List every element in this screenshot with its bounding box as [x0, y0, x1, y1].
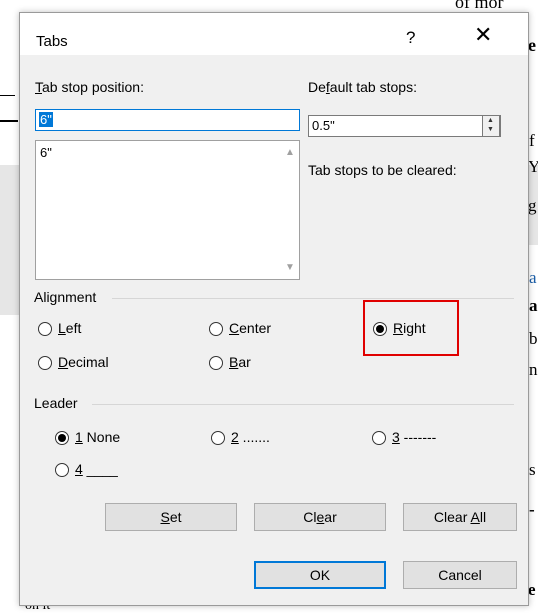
background-right-fragment: Y — [528, 157, 538, 176]
scroll-down-icon[interactable]: ▼ — [285, 262, 295, 273]
background-right-fragment: s — [529, 460, 536, 479]
ok-button[interactable]: OK — [254, 561, 386, 589]
radio-bar[interactable] — [209, 356, 223, 370]
background-right-fragment: a — [529, 296, 538, 315]
background-rule — [0, 120, 18, 122]
background-right-fragment: - — [529, 500, 535, 519]
dialog-title: Tabs — [36, 33, 68, 50]
set-button[interactable]: Set — [105, 503, 237, 531]
radio-leader-2-label[interactable]: 2 ....... — [231, 429, 270, 445]
tab-stops-cleared-label: Tab stops to be cleared: — [308, 162, 457, 178]
clear-all-button[interactable]: Clear All — [403, 503, 517, 531]
background-gray-band — [0, 165, 19, 315]
clear-button[interactable]: Clear — [254, 503, 386, 531]
radio-leader-4[interactable] — [55, 463, 69, 477]
tab-stop-position-label: Tab stop position: — [35, 79, 144, 95]
default-tab-stops-spinner[interactable]: ▲ ▼ — [482, 115, 500, 137]
highlight-box — [363, 300, 459, 356]
cancel-button[interactable]: Cancel — [403, 561, 517, 589]
background-right-fragment: b — [529, 329, 538, 348]
radio-leader-3-label[interactable]: 3 ------- — [392, 429, 436, 445]
background-right-fragment: n — [529, 360, 538, 379]
background-right-fragment: e — [528, 35, 536, 55]
radio-decimal[interactable] — [38, 356, 52, 370]
radio-decimal-label[interactable]: Decimal — [58, 354, 109, 370]
help-button[interactable]: ? — [406, 28, 415, 48]
background-rule — [0, 95, 15, 96]
radio-leader-1-label[interactable]: 1 None — [75, 429, 120, 445]
list-item[interactable]: 6" — [40, 145, 52, 160]
scroll-up-icon[interactable]: ▲ — [285, 147, 295, 158]
title-bar: Tabs ? ✕ — [20, 13, 528, 55]
tab-stop-list-scrollbar[interactable]: ▲ ▼ — [281, 141, 299, 279]
radio-leader-1[interactable] — [55, 431, 69, 445]
default-tab-stops-input[interactable]: 0.5" — [308, 115, 501, 137]
radio-left[interactable] — [38, 322, 52, 336]
tab-stop-position-input[interactable]: 6" — [35, 109, 300, 131]
default-tab-stops-label: Default tab stops: — [308, 79, 417, 95]
radio-leader-3[interactable] — [372, 431, 386, 445]
close-button[interactable]: ✕ — [474, 24, 492, 46]
background-right-fragment: f — [529, 131, 535, 150]
leader-group-divider — [92, 404, 514, 405]
radio-leader-4-label[interactable]: 4 ____ — [75, 461, 118, 477]
radio-bar-label[interactable]: Bar — [229, 354, 251, 370]
radio-center[interactable] — [209, 322, 223, 336]
tabs-dialog: Tabs ? ✕ Tab stop position: 6" 6" ▲ ▼ De… — [19, 12, 529, 606]
tab-stop-list[interactable]: 6" ▲ ▼ — [35, 140, 300, 280]
leader-group-label: Leader — [34, 395, 78, 411]
radio-leader-2[interactable] — [211, 431, 225, 445]
alignment-group-divider — [112, 298, 514, 299]
spin-up-icon[interactable]: ▲ — [487, 117, 494, 124]
background-right-fragment: g — [528, 196, 537, 215]
background-right-fragment: a — [529, 268, 537, 287]
background-right-fragment: e — [528, 580, 536, 599]
radio-center-label[interactable]: Center — [229, 320, 271, 336]
radio-left-label[interactable]: Left — [58, 320, 81, 336]
spin-down-icon[interactable]: ▼ — [487, 126, 494, 133]
alignment-group-label: Alignment — [34, 289, 97, 305]
